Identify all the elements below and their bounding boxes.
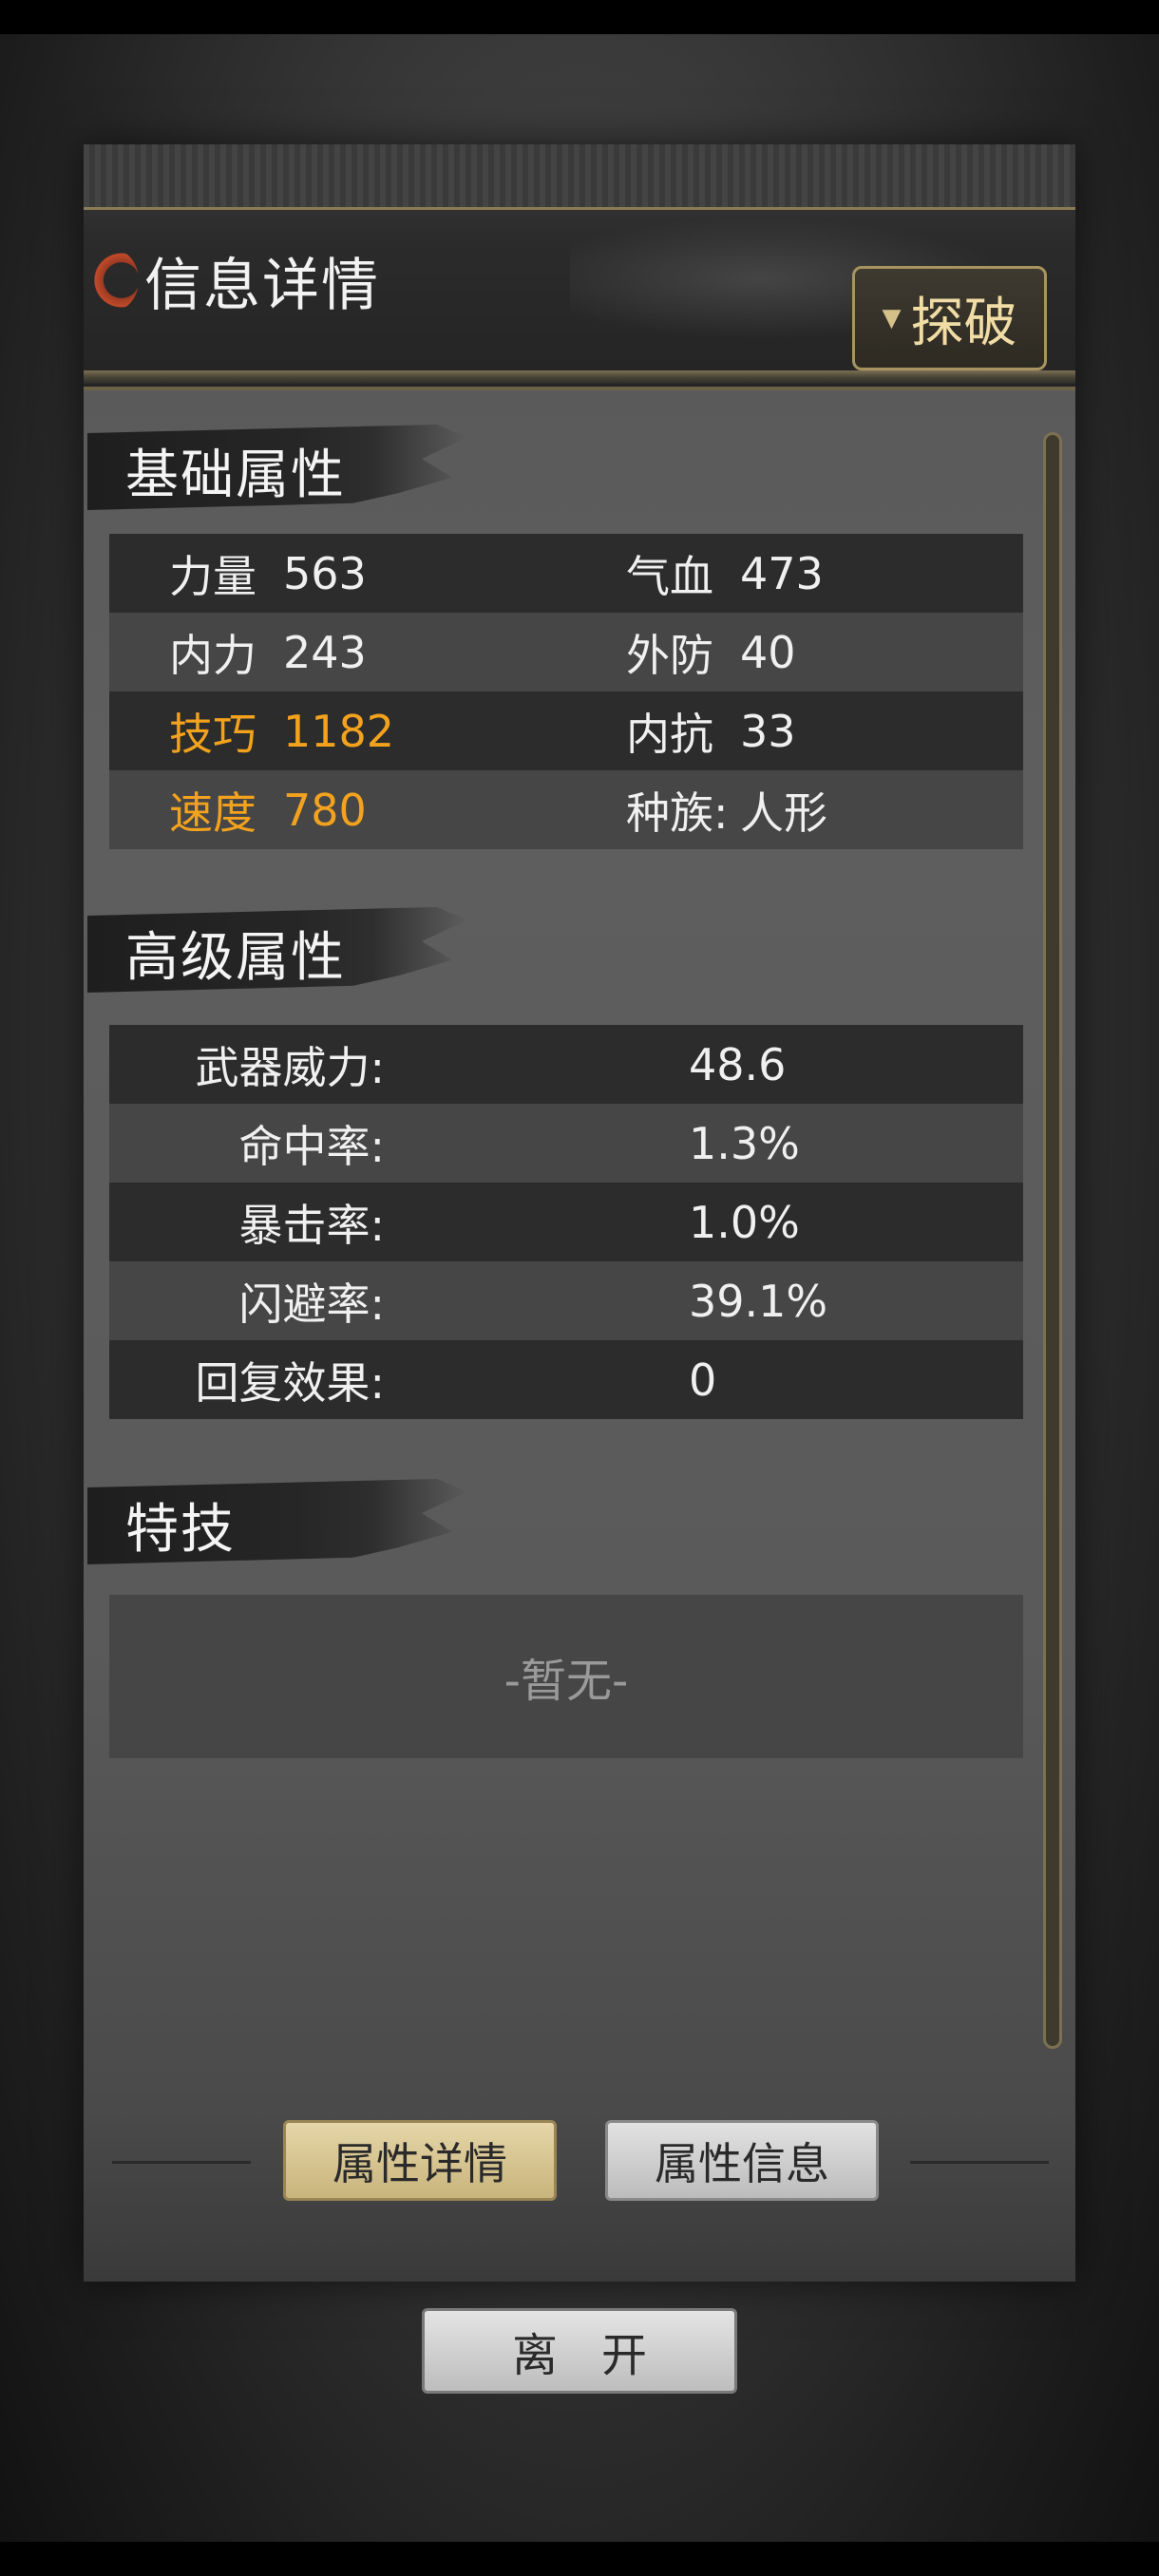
game-screen: 信息详情 ▼ 探破 基础属性 力量 563 气血 473 内力 243 外防 4… <box>0 0 1159 2576</box>
table-row: 暴击率: 1.0% <box>109 1183 1023 1261</box>
attr-label: 力量 <box>169 550 256 602</box>
adv-label: 暴击率: <box>238 1199 386 1251</box>
dropdown-arrow-icon: ▼ <box>882 304 902 332</box>
panel-title-text: 信息详情 <box>144 252 380 319</box>
attr-value: 563 <box>283 547 367 599</box>
attr-label: 外防 <box>626 629 713 681</box>
table-row: 内力 243 外防 40 <box>109 613 1023 691</box>
section-basic-title: 基础属性 <box>125 445 346 506</box>
adv-value: 39.1% <box>689 1275 828 1327</box>
section-advanced-title: 高级属性 <box>125 927 346 989</box>
skills-empty-box: -暂无- <box>109 1595 1023 1758</box>
leave-label: 离开 <box>511 2329 691 2382</box>
attr-value: 40 <box>740 626 796 678</box>
basic-attributes-table: 力量 563 气血 473 内力 243 外防 40 技巧 1182 内抗 33… <box>109 534 1023 849</box>
attr-value: 人形 <box>740 786 827 839</box>
attr-value: 1182 <box>283 705 395 757</box>
tab-divider-right <box>910 2161 1049 2164</box>
section-basic-header: 基础属性 <box>87 425 467 510</box>
adv-label: 回复效果: <box>195 1356 386 1409</box>
bottom-bar <box>0 2542 1159 2576</box>
header-divider <box>84 370 1075 384</box>
section-advanced-header: 高级属性 <box>87 907 467 993</box>
skills-empty-text: -暂无- <box>504 1655 629 1708</box>
advanced-attributes-table: 武器威力: 48.6 命中率: 1.3% 暴击率: 1.0% 闪避率: 39.1… <box>109 1025 1023 1419</box>
attr-value: 473 <box>740 547 824 599</box>
table-row: 闪避率: 39.1% <box>109 1261 1023 1340</box>
attr-value: 33 <box>740 705 796 757</box>
tab-divider-left <box>112 2161 251 2164</box>
table-row: 技巧 1182 内抗 33 <box>109 691 1023 770</box>
panel-title: 信息详情 <box>89 242 380 319</box>
adv-value: 1.3% <box>689 1117 800 1169</box>
table-row: 回复效果: 0 <box>109 1340 1023 1419</box>
tab-label: 属性信息 <box>655 2137 829 2189</box>
adv-label: 命中率: <box>238 1120 386 1172</box>
leave-button[interactable]: 离开 <box>422 2308 737 2394</box>
table-row: 速度 780 种族: 人形 <box>109 770 1023 849</box>
table-row: 命中率: 1.3% <box>109 1104 1023 1183</box>
crescent-icon <box>89 250 139 311</box>
table-row: 力量 563 气血 473 <box>109 534 1023 613</box>
attr-label: 速度 <box>169 786 256 839</box>
attr-value: 243 <box>283 626 367 678</box>
header-ornament <box>84 144 1075 210</box>
attr-value: 780 <box>283 784 367 836</box>
adv-value: 1.0% <box>689 1196 800 1248</box>
adv-value: 48.6 <box>689 1038 787 1090</box>
attr-label: 内抗 <box>626 708 713 760</box>
section-skills-header: 特技 <box>87 1479 467 1564</box>
attr-label: 技巧 <box>169 708 256 760</box>
table-row: 武器威力: 48.6 <box>109 1025 1023 1104</box>
attr-label: 种族: <box>626 786 729 839</box>
tanpo-label: 探破 <box>910 292 1017 354</box>
tab-label: 属性详情 <box>332 2137 507 2189</box>
top-bar <box>0 0 1159 34</box>
attr-label: 内力 <box>169 629 256 681</box>
tab-attribute-info[interactable]: 属性信息 <box>605 2120 879 2201</box>
adv-value: 0 <box>689 1354 717 1406</box>
adv-label: 闪避率: <box>238 1278 386 1330</box>
tab-attribute-details[interactable]: 属性详情 <box>283 2120 557 2201</box>
attr-label: 气血 <box>626 550 713 602</box>
section-skills-title: 特技 <box>125 1499 236 1561</box>
tanpo-button[interactable]: ▼ 探破 <box>852 266 1047 370</box>
scrollbar[interactable] <box>1043 432 1062 2049</box>
adv-label: 武器威力: <box>195 1041 386 1093</box>
